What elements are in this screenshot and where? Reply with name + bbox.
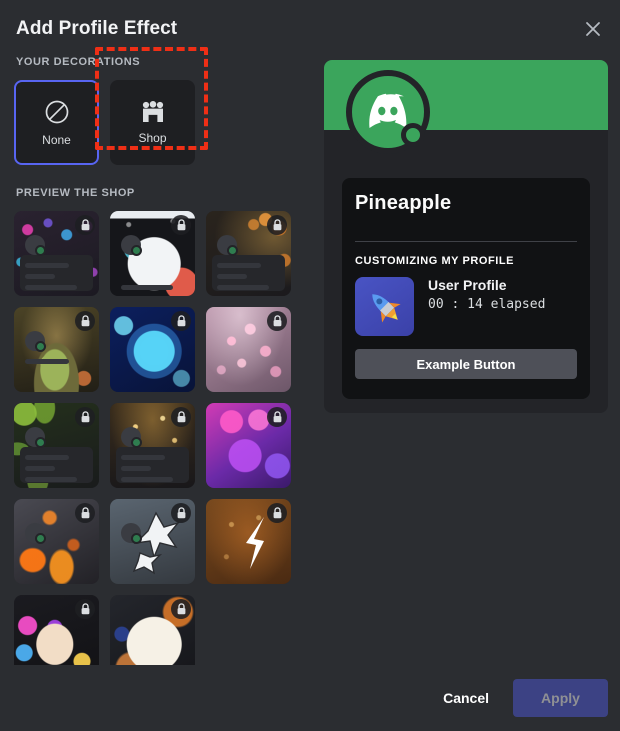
activity-elapsed: 00 : 14 elapsed xyxy=(428,297,546,312)
shop-tile-golden-sparkle[interactable] xyxy=(110,403,195,488)
profile-username: Pineapple xyxy=(355,192,452,214)
shop-preview-grid xyxy=(0,199,312,680)
lock-icon xyxy=(75,503,95,523)
activity-row: User Profile 00 : 14 elapsed xyxy=(355,277,577,336)
modal-footer: Cancel Apply xyxy=(0,665,620,731)
lock-icon xyxy=(267,407,287,427)
storefront-icon xyxy=(141,100,165,123)
profile-preview-card: Pineapple CUSTOMIZING MY PROFILE User Pr… xyxy=(324,60,608,413)
decoration-tile-none-label: None xyxy=(42,132,71,147)
shop-tile-lava-cracks[interactable] xyxy=(14,499,99,584)
shop-tile-autumn-leaves[interactable] xyxy=(206,211,291,296)
divider xyxy=(355,241,577,242)
decoration-tile-shop-label: Shop xyxy=(138,130,167,145)
left-column: YOUR DECORATIONS None Shop PREVIEW THE S… xyxy=(0,47,312,680)
shop-tile-snowman[interactable] xyxy=(110,211,195,296)
add-profile-effect-modal: Add Profile Effect YOUR DECORATIONS None xyxy=(0,0,620,731)
decoration-tile-none[interactable]: None xyxy=(14,80,99,165)
shop-tile-green-vines[interactable] xyxy=(14,403,99,488)
lock-icon xyxy=(267,503,287,523)
lock-icon xyxy=(171,311,191,331)
lock-icon xyxy=(171,599,191,619)
rocket-pencil-icon xyxy=(355,277,414,336)
example-button[interactable]: Example Button xyxy=(355,349,577,379)
shop-tile-cherry-blossom[interactable] xyxy=(206,307,291,392)
shop-tile-frog-pond[interactable] xyxy=(14,307,99,392)
lock-icon xyxy=(171,215,191,235)
lock-icon xyxy=(75,407,95,427)
profile-body: Pineapple CUSTOMIZING MY PROFILE User Pr… xyxy=(342,178,590,399)
activity-name: User Profile xyxy=(428,277,507,293)
cancel-button[interactable]: Cancel xyxy=(427,680,505,716)
activity-text: User Profile 00 : 14 elapsed xyxy=(428,277,545,312)
shop-tile-neon-hearts[interactable] xyxy=(206,403,291,488)
no-entry-icon xyxy=(44,99,70,125)
lock-icon xyxy=(75,215,95,235)
decoration-tile-shop[interactable]: Shop xyxy=(110,80,195,165)
preview-the-shop-label: PREVIEW THE SHOP xyxy=(16,187,135,199)
avatar xyxy=(346,70,430,154)
apply-button[interactable]: Apply xyxy=(513,679,608,717)
shop-tile-holiday-lights[interactable] xyxy=(14,211,99,296)
status-badge xyxy=(401,123,425,147)
shop-tile-blue-wave[interactable] xyxy=(110,307,195,392)
lock-icon xyxy=(75,311,95,331)
close-icon[interactable] xyxy=(578,14,608,44)
lock-icon xyxy=(171,407,191,427)
page-title: Add Profile Effect xyxy=(16,18,178,39)
lock-icon xyxy=(171,503,191,523)
shop-tile-ninja-shuriken[interactable] xyxy=(110,499,195,584)
lock-icon xyxy=(267,311,287,331)
lock-icon xyxy=(75,599,95,619)
decorations-row: None Shop xyxy=(0,47,312,165)
activity-section-label: CUSTOMIZING MY PROFILE xyxy=(355,255,514,267)
your-decorations-label: YOUR DECORATIONS xyxy=(16,56,141,68)
shop-tile-lightning-bolt[interactable] xyxy=(206,499,291,584)
lock-icon xyxy=(267,215,287,235)
